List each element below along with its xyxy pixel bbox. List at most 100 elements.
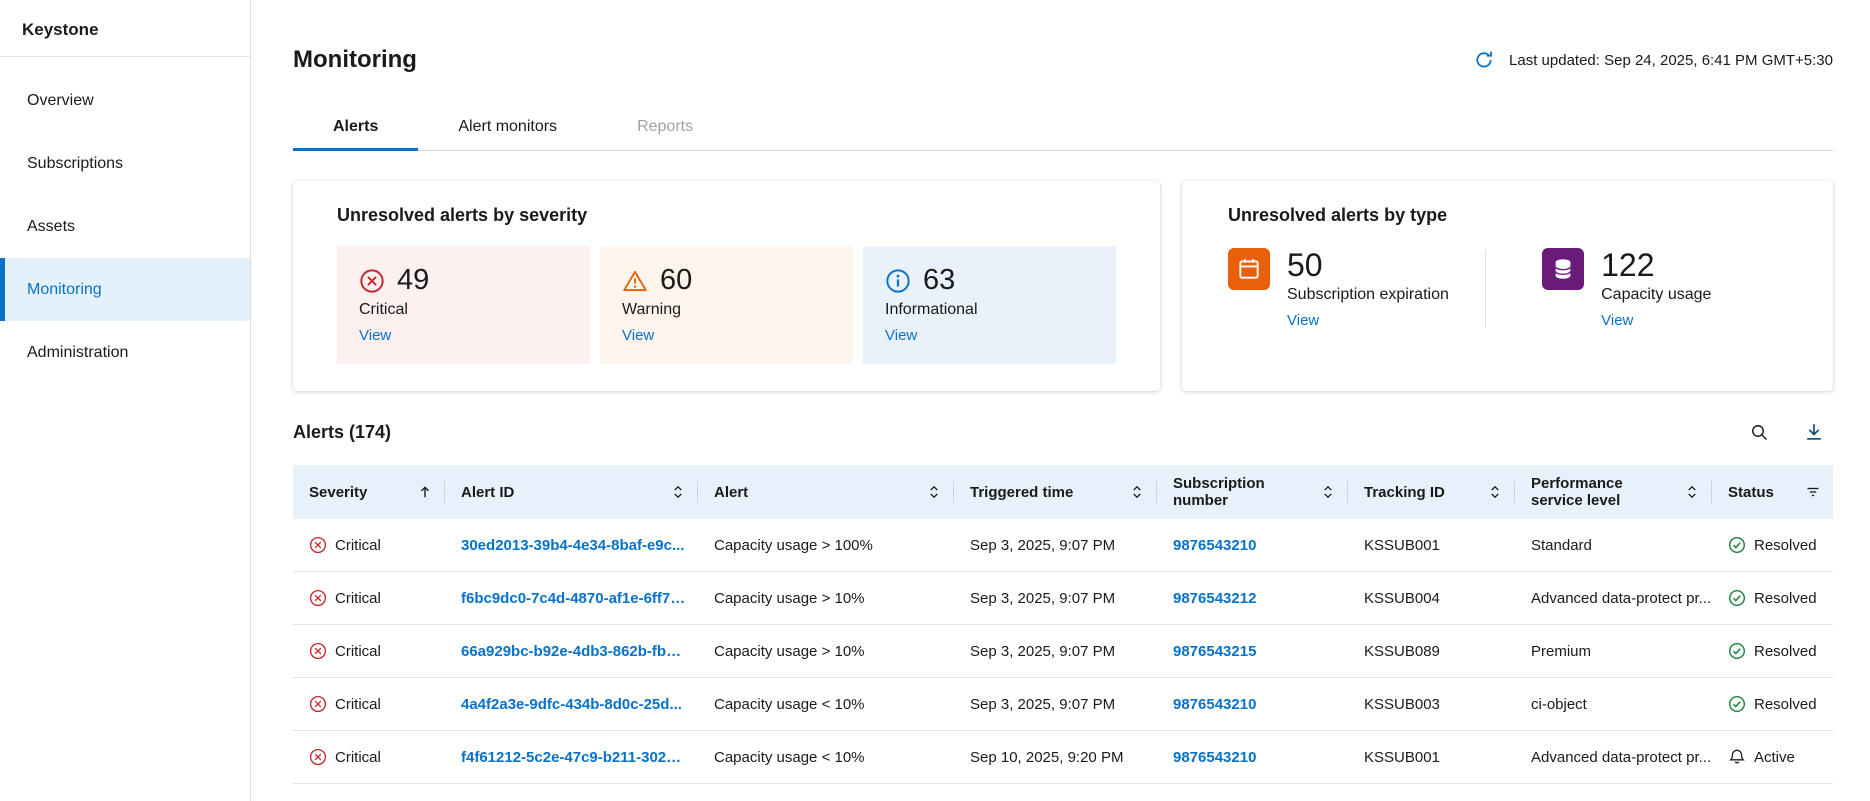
sort-icon[interactable] [926, 484, 942, 500]
view-critical-link[interactable]: View [359, 327, 391, 344]
summary-cards: Unresolved alerts by severity 49 Critica… [293, 181, 1833, 391]
status-cell: Resolved [1712, 678, 1833, 730]
informational-label: Informational [885, 301, 1094, 319]
table-row: Critical f4f61212-5c2e-47c9-b211-302b...… [293, 731, 1833, 784]
informational-count: 63 [923, 264, 955, 297]
status-label: Resolved [1754, 537, 1817, 554]
sidebar-divider [0, 56, 250, 57]
status-cell: Resolved [1712, 625, 1833, 677]
column-header-severity[interactable]: Severity [293, 465, 445, 519]
app-root: Keystone Overview Subscriptions Assets M… [0, 0, 1870, 801]
view-warning-link[interactable]: View [622, 327, 654, 344]
column-header-alert-id[interactable]: Alert ID [445, 465, 698, 519]
table-row: Critical 4a4f2a3e-9dfc-434b-8d0c-25d... … [293, 678, 1833, 731]
column-label: Performance service level [1531, 475, 1678, 509]
critical-count: 49 [397, 264, 429, 297]
sort-icon[interactable] [1129, 484, 1145, 500]
alert-cell: Capacity usage < 10% [698, 678, 954, 730]
tab-label: Alert monitors [458, 118, 557, 135]
column-label: Status [1728, 484, 1774, 501]
performance-service-level-cell: Premium [1515, 625, 1712, 677]
table-row: Critical 66a929bc-b92e-4db3-862b-fb2... … [293, 625, 1833, 678]
filter-icon[interactable] [1805, 484, 1821, 500]
view-capacity-usage-link[interactable]: View [1601, 312, 1633, 329]
sidebar-item-administration[interactable]: Administration [0, 321, 250, 384]
sidebar-item-monitoring[interactable]: Monitoring [0, 258, 250, 321]
card-title: Unresolved alerts by severity [337, 205, 1116, 226]
resolved-check-icon [1728, 536, 1746, 554]
sidebar-item-label: Assets [27, 218, 75, 236]
column-label: Alert [714, 484, 748, 501]
tab-reports[interactable]: Reports [597, 106, 733, 151]
subscription-expiration-count: 50 [1287, 248, 1449, 282]
sort-icon[interactable] [1320, 484, 1336, 500]
subscription-number-link[interactable]: 9876543212 [1173, 590, 1256, 607]
view-informational-link[interactable]: View [885, 327, 917, 344]
sidebar-item-label: Administration [27, 344, 128, 362]
page-header: Monitoring Last updated: Sep 24, 2025, 6… [293, 46, 1833, 74]
column-label: Severity [309, 484, 367, 501]
sort-icon[interactable] [670, 484, 686, 500]
subscription-number-link[interactable]: 9876543210 [1173, 749, 1256, 766]
column-header-status[interactable]: Status [1712, 465, 1833, 519]
column-header-subscription-number[interactable]: Subscription number [1157, 465, 1348, 519]
sort-icon[interactable] [1487, 484, 1503, 500]
column-header-performance-service-level[interactable]: Performance service level [1515, 465, 1712, 519]
alert-cell: Capacity usage > 10% [698, 625, 954, 677]
severity-block-informational: 63 Informational View [863, 246, 1116, 364]
warning-count: 60 [660, 264, 692, 297]
search-icon [1749, 422, 1769, 442]
refresh-button[interactable] [1471, 47, 1497, 73]
sidebar-item-subscriptions[interactable]: Subscriptions [0, 132, 250, 195]
critical-icon [309, 536, 327, 554]
severity-label: Critical [335, 696, 381, 713]
alert-id-link[interactable]: 30ed2013-39b4-4e34-8baf-e9c... [461, 537, 684, 554]
column-header-triggered-time[interactable]: Triggered time [954, 465, 1157, 519]
column-label: Tracking ID [1364, 484, 1445, 501]
alert-id-link[interactable]: 4a4f2a3e-9dfc-434b-8d0c-25d... [461, 696, 682, 713]
critical-icon [309, 695, 327, 713]
tab-alert-monitors[interactable]: Alert monitors [418, 106, 597, 151]
warning-label: Warning [622, 301, 831, 319]
sidebar-item-label: Subscriptions [27, 155, 123, 173]
page-title: Monitoring [293, 46, 417, 74]
alert-id-link[interactable]: f6bc9dc0-7c4d-4870-af1e-6ff7e... [461, 590, 686, 607]
alert-id-link[interactable]: 66a929bc-b92e-4db3-862b-fb2... [461, 643, 686, 660]
database-tile [1542, 248, 1584, 290]
critical-icon [359, 268, 385, 294]
alerts-title: Alerts (174) [293, 422, 391, 443]
subscription-number-link[interactable]: 9876543210 [1173, 696, 1256, 713]
search-button[interactable] [1747, 420, 1771, 444]
column-header-alert[interactable]: Alert [698, 465, 954, 519]
critical-icon [309, 748, 327, 766]
sort-icon[interactable] [1684, 484, 1700, 500]
tracking-id-cell: KSSUB089 [1348, 625, 1515, 677]
download-button[interactable] [1801, 419, 1827, 445]
subscription-number-link[interactable]: 9876543210 [1173, 537, 1256, 554]
active-bell-icon [1728, 748, 1746, 766]
subscription-number-link[interactable]: 9876543215 [1173, 643, 1256, 660]
status-cell: Resolved [1712, 572, 1833, 624]
view-subscription-expiration-link[interactable]: View [1287, 312, 1319, 329]
sidebar-item-label: Monitoring [27, 281, 102, 299]
severity-cell: Critical [293, 519, 445, 571]
tab-alerts[interactable]: Alerts [293, 106, 418, 151]
table-row: Critical 30ed2013-39b4-4e34-8baf-e9c... … [293, 519, 1833, 572]
column-header-tracking-id[interactable]: Tracking ID [1348, 465, 1515, 519]
tracking-id-cell: KSSUB001 [1348, 731, 1515, 783]
sort-ascending-icon[interactable] [417, 484, 433, 500]
last-updated-text: Last updated: Sep 24, 2025, 6:41 PM GMT+… [1509, 52, 1833, 69]
alert-id-link[interactable]: f4f61212-5c2e-47c9-b211-302b... [461, 749, 686, 766]
column-label: Alert ID [461, 484, 514, 501]
critical-icon [309, 642, 327, 660]
type-item-subscription-expiration: 50 Subscription expiration View [1228, 248, 1485, 330]
resolved-check-icon [1728, 695, 1746, 713]
sidebar-item-assets[interactable]: Assets [0, 195, 250, 258]
triggered-time-cell: Sep 3, 2025, 9:07 PM [954, 678, 1157, 730]
sidebar-item-overview[interactable]: Overview [0, 69, 250, 132]
alerts-toolbar [1747, 419, 1833, 445]
performance-service-level-cell: ci-object [1515, 678, 1712, 730]
subscription-expiration-label: Subscription expiration [1287, 286, 1449, 304]
calendar-tile [1228, 248, 1270, 290]
status-label: Resolved [1754, 696, 1817, 713]
